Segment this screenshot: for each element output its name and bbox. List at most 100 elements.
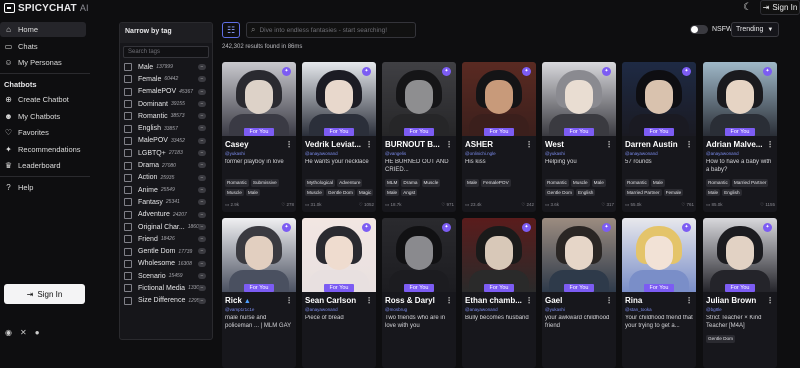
more-options-icon[interactable]: ⋮ [365,140,373,149]
card-tag[interactable]: FemalePOV [481,179,511,187]
card-tag[interactable]: Male [465,179,480,187]
filter-toggle-button[interactable]: ☷ [222,22,240,38]
tag-checkbox[interactable] [124,296,132,305]
creator-handle[interactable]: @anayawonand [706,151,739,156]
card-tag[interactable]: Magic [356,188,374,196]
tag-item[interactable]: Fantasy 25341 − [120,196,212,208]
character-card[interactable]: ✦ For You Rick ▲ ⋮ @vamp1r1c1e male nurse and … [222,218,296,368]
exclude-tag-icon[interactable]: − [198,297,206,304]
tag-item[interactable]: Drama 27080 − [120,159,212,171]
card-tag[interactable]: Male [385,188,400,196]
card-tag[interactable]: Romantic [706,179,730,187]
more-options-icon[interactable]: ⋮ [605,140,613,149]
creator-handle[interactable]: @mosbrug [385,307,407,312]
tag-item[interactable]: Original Char... 18608− [120,221,212,233]
card-tag[interactable]: Submissive [250,179,279,187]
tag-checkbox[interactable] [124,186,132,195]
tag-checkbox[interactable] [124,284,132,293]
exclude-tag-icon[interactable]: − [198,186,206,193]
card-tag[interactable]: Married Partner [731,179,769,187]
tag-checkbox[interactable] [124,112,132,121]
character-card[interactable]: ✦ For You Ross & Daryl ⋮ @mosbrug Two friends… [382,218,456,368]
app-logo[interactable]: SPICYCHAT AI [4,3,89,14]
tag-item[interactable]: Dominant 39155 − [120,98,212,110]
sidebar-item-my-chatbots[interactable]: ☻ My Chatbots [0,109,90,124]
character-card[interactable]: ✦ For You Adrian Malve... ⋮ @anayawonand How … [703,62,777,212]
sidebar-signin-button[interactable]: ⇥ Sign In [4,284,85,304]
exclude-tag-icon[interactable]: − [198,137,206,144]
tag-checkbox[interactable] [124,87,132,96]
character-card[interactable]: ✦ For You Darren Austin ⋮ @anayawonand 57 rou… [622,62,696,212]
more-options-icon[interactable]: ⋮ [685,140,693,149]
tag-checkbox[interactable] [124,75,132,84]
character-card[interactable]: ✦ For You Sean Carlson ⋮ @anayawonand Piece o… [302,218,376,368]
card-tag[interactable]: Adventure [337,179,363,187]
character-card[interactable]: ✦ For You Rina ⋮ @stan_tooka Your childhood f… [622,218,696,368]
tag-item[interactable]: Size Difference 12959− [120,295,212,307]
exclude-tag-icon[interactable]: − [198,236,206,243]
character-card[interactable]: ✦ For You ASHER ⋮ @onlinichi.ngle His kiss Mal… [462,62,536,212]
card-tag[interactable]: Gentle Dom [706,335,736,343]
tag-checkbox[interactable] [124,198,132,207]
tag-item[interactable]: Wholesome 16308− [120,258,212,270]
tag-checkbox[interactable] [124,210,132,219]
card-tag[interactable]: Romantic [625,179,649,187]
exclude-tag-icon[interactable]: − [198,64,206,70]
more-options-icon[interactable]: ⋮ [445,140,453,149]
character-card[interactable]: ✦ For You Gael ⋮ @yukashi your awkward childh… [542,218,616,368]
tag-item[interactable]: Male 137999 − [120,61,212,73]
more-options-icon[interactable]: ⋮ [285,296,293,305]
exclude-tag-icon[interactable]: − [198,88,206,95]
tag-checkbox[interactable] [124,223,132,231]
nsfw-switch[interactable] [690,25,708,34]
more-options-icon[interactable]: ⋮ [365,296,373,305]
creator-handle[interactable]: @anayawonand [305,307,338,312]
exclude-tag-icon[interactable]: − [198,211,206,218]
character-card[interactable]: ✦ For You West ⋮ @yukashi Helping you Romantic… [542,62,616,212]
card-tag[interactable]: Female [663,188,684,196]
sidebar-item-help[interactable]: ? Help [0,180,90,195]
tag-checkbox[interactable] [124,100,132,109]
character-card[interactable]: ✦ For You BURNOUT B... ⋮ @vangelis HE BURNED … [382,62,456,212]
creator-handle[interactable]: @anayawonand [625,151,658,156]
sidebar-item-favorites[interactable]: ♡ Favorites [0,125,90,140]
card-tag[interactable]: Gentle Dom [545,188,575,196]
tag-checkbox[interactable] [124,247,132,256]
card-tag[interactable]: MLM [385,179,400,187]
card-tag[interactable]: English [722,188,742,196]
exclude-tag-icon[interactable]: − [198,76,206,83]
character-card[interactable]: ✦ For You Casey ⋮ @yukashi former playboy in … [222,62,296,212]
card-tag[interactable]: Muscle [305,188,324,196]
creator-handle[interactable]: @anayawonand [305,151,338,156]
tag-item[interactable]: Scenario 15459 − [120,270,212,282]
character-card[interactable]: ✦ For You Ethan chamb... ⋮ @anayawonand Bully… [462,218,536,368]
x-icon[interactable]: ✕ [20,328,27,337]
card-tag[interactable]: Gentle Dom [325,188,355,196]
sidebar-item-home[interactable]: ⌂ Home [0,22,86,37]
tag-checkbox[interactable] [124,149,132,158]
sidebar-item-chats[interactable]: ▭ Chats [0,39,90,54]
tag-item[interactable]: FemalePOV 45367− [120,86,212,98]
tag-item[interactable]: Friend 18426 − [120,233,212,245]
card-tag[interactable]: Muscle [421,179,441,187]
moon-icon[interactable]: ☾ [743,2,752,13]
tag-item[interactable]: Fictional Media 13309− [120,282,212,294]
tag-item[interactable]: Romantic 38573 − [120,110,212,122]
exclude-tag-icon[interactable]: − [198,174,206,181]
more-options-icon[interactable]: ⋮ [766,140,774,149]
creator-handle[interactable]: @vangelis [385,151,406,156]
tag-checkbox[interactable] [124,272,132,281]
card-tag[interactable]: English [576,188,596,196]
more-options-icon[interactable]: ⋮ [525,140,533,149]
sidebar-item-recommendations[interactable]: ✦ Recommendations [0,142,90,157]
card-tag[interactable]: Male [591,179,606,187]
card-tag[interactable]: Male [650,179,665,187]
card-tag[interactable]: Married Partner [625,188,662,196]
tag-item[interactable]: Adventure 24207 − [120,209,212,221]
header-signin-button[interactable]: ⇥ Sign In [760,0,800,15]
creator-handle[interactable]: @anayawonand [465,307,498,312]
card-tag[interactable]: Male [706,188,721,196]
creator-handle[interactable]: @onlinichi.ngle [465,151,496,156]
creator-handle[interactable]: @stan_tooka [625,307,652,312]
sidebar-item-create-chatbot[interactable]: ⊕ Create Chatbot [0,92,90,107]
